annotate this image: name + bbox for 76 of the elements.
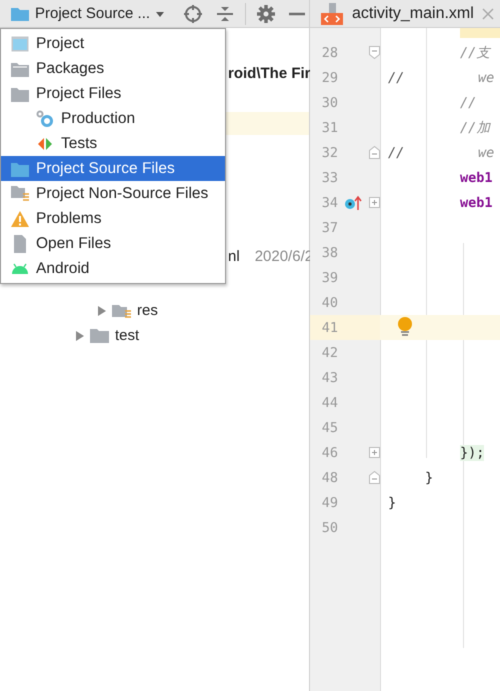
diamond-arrows-icon bbox=[36, 136, 54, 150]
menu-item[interactable]: Packages bbox=[1, 56, 225, 81]
line-number: 44 bbox=[320, 394, 338, 410]
code-text: // bbox=[388, 70, 404, 86]
fold-plus-icon[interactable] bbox=[368, 447, 380, 458]
menu-item[interactable]: Open Files bbox=[1, 231, 225, 256]
menu-item[interactable]: Project bbox=[1, 31, 225, 56]
tree-item[interactable]: nl bbox=[228, 248, 240, 265]
folder-icon bbox=[11, 160, 29, 176]
close-icon[interactable] bbox=[482, 8, 494, 20]
line-number: 46 bbox=[320, 444, 338, 460]
view-selector[interactable]: Project Source ... bbox=[10, 5, 166, 22]
line-number: 41 bbox=[320, 320, 338, 336]
window-icon bbox=[11, 36, 29, 52]
line-number: 31 bbox=[320, 120, 338, 136]
folder-icon bbox=[10, 6, 30, 22]
line-number: 49 bbox=[320, 494, 338, 510]
menu-item[interactable]: Project Files bbox=[1, 81, 225, 106]
file-date: 2020/6/2 bbox=[254, 248, 314, 265]
folder-icon bbox=[11, 86, 29, 102]
line-number: 32 bbox=[320, 144, 338, 160]
code-text: web1 bbox=[460, 194, 493, 210]
line-number: 34 bbox=[320, 194, 338, 210]
menu-item[interactable]: Production bbox=[1, 106, 225, 131]
code-text: // bbox=[388, 144, 404, 160]
code-text: //加 bbox=[460, 118, 490, 136]
code-text: // bbox=[460, 94, 476, 110]
line-number: 50 bbox=[320, 520, 338, 536]
expand-arrow-icon[interactable] bbox=[75, 330, 85, 342]
document-icon bbox=[11, 234, 29, 252]
menu-item[interactable]: Tests bbox=[1, 131, 225, 156]
menu-item[interactable]: Android bbox=[1, 256, 225, 281]
warning-icon bbox=[11, 210, 29, 226]
line-number: 43 bbox=[320, 370, 338, 386]
code-text: //支 bbox=[460, 44, 490, 62]
line-number: 48 bbox=[320, 470, 338, 486]
menu-item[interactable]: Problems bbox=[1, 206, 225, 231]
editor-tab[interactable]: activity_main.xml bbox=[310, 0, 500, 27]
line-number: 38 bbox=[320, 244, 338, 260]
menu-item[interactable]: Project Non-Source Files bbox=[1, 181, 225, 206]
line-number: 45 bbox=[320, 420, 338, 436]
lightbulb-icon[interactable] bbox=[397, 317, 413, 337]
fold-plus-icon[interactable] bbox=[368, 197, 380, 208]
folder-icon bbox=[90, 328, 110, 344]
fold-start-icon[interactable] bbox=[368, 46, 380, 59]
locate-icon[interactable] bbox=[183, 4, 204, 24]
fold-end-icon[interactable] bbox=[368, 146, 380, 159]
code-text: we bbox=[478, 144, 494, 160]
line-number: 33 bbox=[320, 170, 338, 186]
line-number: 40 bbox=[320, 294, 338, 310]
tree-item[interactable]: res bbox=[137, 302, 158, 319]
line-number: 30 bbox=[320, 94, 338, 110]
line-number: 42 bbox=[320, 344, 338, 360]
line-number: 37 bbox=[320, 220, 338, 236]
folder-icon bbox=[11, 60, 29, 76]
project-path: roid\The Fir bbox=[228, 65, 310, 82]
code-text: }); bbox=[460, 444, 484, 460]
override-marker-icon[interactable] bbox=[344, 194, 362, 210]
code-text: } bbox=[425, 470, 434, 486]
xml-file-icon bbox=[320, 2, 344, 26]
code-text: web1 bbox=[460, 170, 493, 186]
android-icon bbox=[11, 262, 29, 274]
code-text: we bbox=[478, 70, 494, 86]
caret-icon bbox=[155, 10, 166, 18]
code-text: } bbox=[388, 494, 396, 510]
tree-item[interactable]: test bbox=[115, 327, 140, 344]
fold-end-icon[interactable] bbox=[368, 471, 380, 484]
text-highlight bbox=[460, 28, 500, 38]
expand-arrow-icon[interactable] bbox=[97, 304, 107, 316]
line-number: 29 bbox=[320, 70, 338, 86]
settings-icon[interactable] bbox=[256, 4, 276, 24]
line-number: 28 bbox=[320, 44, 338, 60]
gears-icon bbox=[36, 110, 54, 128]
file-folder-icon bbox=[11, 185, 29, 202]
line-number: 39 bbox=[320, 270, 338, 286]
menu-item[interactable]: Project Source Files bbox=[1, 156, 225, 181]
